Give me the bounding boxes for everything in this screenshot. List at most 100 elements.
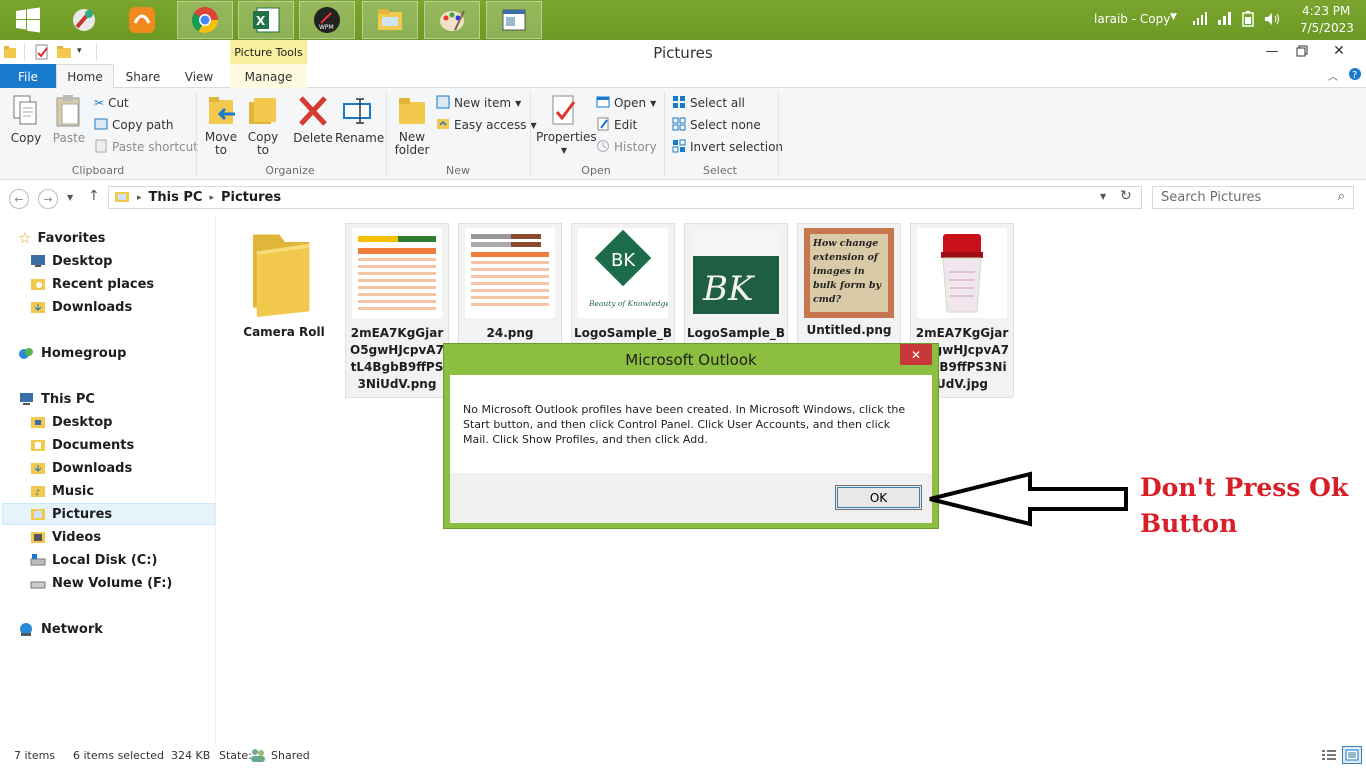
- invert-selection-button[interactable]: Invert selection: [672, 138, 783, 156]
- move-to-icon: [209, 97, 235, 124]
- status-state-value: Shared: [271, 749, 310, 762]
- nav-new-volume[interactable]: New Volume (F:): [30, 572, 172, 594]
- up-arrow-icon[interactable]: ↑: [88, 188, 100, 204]
- chevron-right-icon[interactable]: ▸: [137, 193, 142, 203]
- nav-documents[interactable]: Documents: [30, 434, 134, 456]
- select-none-button[interactable]: Select none: [672, 116, 761, 134]
- copy-button[interactable]: Copy: [8, 94, 44, 145]
- copy-path-label: Copy path: [112, 118, 174, 132]
- address-bar[interactable]: ▸ This PC ▸ Pictures: [108, 186, 1142, 209]
- paste-button[interactable]: Paste: [50, 94, 88, 145]
- tab-view[interactable]: View: [172, 64, 226, 89]
- delete-button[interactable]: Delete: [293, 94, 333, 145]
- file-item-24[interactable]: 24.png: [458, 223, 562, 347]
- dialog-close-icon[interactable]: ✕: [900, 344, 932, 365]
- move-to-button[interactable]: Move to: [202, 94, 240, 157]
- tab-file[interactable]: File: [0, 64, 56, 89]
- tab-home[interactable]: Home: [56, 64, 114, 89]
- copy-path-icon: [94, 118, 108, 133]
- nav-homegroup-label: Homegroup: [41, 345, 127, 361]
- copy-to-button[interactable]: Copy to: [244, 94, 282, 157]
- start-icon[interactable]: [0, 1, 56, 39]
- nav-network[interactable]: Network: [18, 618, 103, 640]
- ok-button[interactable]: OK: [835, 485, 922, 510]
- nav-videos[interactable]: Videos: [30, 526, 101, 548]
- new-item-button[interactable]: New item ▼: [436, 94, 521, 112]
- cut-button[interactable]: ✂ Cut: [94, 94, 129, 112]
- search-icon[interactable]: ⌕: [1338, 189, 1345, 204]
- tab-share[interactable]: Share: [114, 64, 172, 89]
- file-item-untitled[interactable]: How change extension of images in bulk f…: [797, 223, 901, 344]
- user-label[interactable]: laraib - Copy: [1094, 12, 1170, 26]
- new-folder-button[interactable]: New folder: [392, 94, 432, 157]
- nav-homegroup[interactable]: Homegroup: [18, 342, 126, 364]
- nav-recent-places[interactable]: Recent places: [30, 273, 154, 295]
- excel-icon[interactable]: X: [238, 1, 294, 39]
- window-icon[interactable]: [486, 1, 542, 39]
- invert-selection-label: Invert selection: [690, 140, 784, 154]
- file-item-1[interactable]: 2mEA7KgGjarO5gwHJcpvA7tL4BgbB9ffPS3NiUdV…: [345, 223, 449, 398]
- nav-downloads[interactable]: Downloads: [30, 296, 132, 318]
- easy-access-button[interactable]: Easy access ▼: [436, 116, 537, 134]
- edit-button[interactable]: Edit: [596, 116, 637, 134]
- chevron-down-icon: ▼: [560, 146, 568, 155]
- paste-shortcut-button[interactable]: Paste shortcut: [94, 138, 198, 156]
- nav-pictures[interactable]: Pictures: [2, 503, 215, 525]
- signal-icon[interactable]: [1192, 11, 1208, 28]
- open-label: Open: [614, 96, 647, 110]
- copy-path-button[interactable]: Copy path: [94, 116, 174, 134]
- outlook-dialog: Microsoft Outlook ✕ No Microsoft Outlook…: [443, 343, 939, 529]
- rename-button[interactable]: Rename: [335, 94, 384, 145]
- file-item-logo-1[interactable]: BK Beauty of Knowledge LogoSample_B: [571, 223, 675, 347]
- history-button[interactable]: History: [596, 138, 657, 156]
- close-icon[interactable]: ✕: [1324, 40, 1354, 62]
- battery-icon[interactable]: [1240, 11, 1256, 30]
- new-folder-label2: folder: [394, 143, 430, 157]
- recent-locations-icon[interactable]: ▼: [67, 193, 73, 202]
- wpm-icon[interactable]: WPM: [299, 1, 355, 39]
- large-icons-view-icon[interactable]: [1342, 746, 1362, 764]
- file-item-camera-roll[interactable]: Camera Roll: [232, 223, 336, 345]
- breadcrumb-pictures[interactable]: Pictures: [221, 190, 281, 205]
- nav-pc-downloads[interactable]: Downloads: [30, 457, 132, 479]
- address-dropdown-icon[interactable]: ▼: [1100, 192, 1106, 201]
- file-name: Camera Roll: [243, 325, 325, 339]
- paint-tool-icon[interactable]: [56, 1, 112, 39]
- network-bars-icon[interactable]: [1217, 11, 1233, 28]
- minimize-icon[interactable]: —: [1257, 40, 1287, 62]
- select-all-button[interactable]: Select all: [672, 94, 745, 112]
- chevron-down-icon[interactable]: ▼: [1170, 12, 1177, 22]
- chrome-icon[interactable]: [177, 1, 233, 39]
- file-item-logo-2[interactable]: BK LogoSample_B: [684, 223, 788, 347]
- open-button[interactable]: Open ▼: [596, 94, 656, 112]
- chevron-right-icon[interactable]: ▸: [209, 193, 214, 203]
- refresh-icon[interactable]: ↻: [1120, 188, 1132, 204]
- forward-arrow-icon[interactable]: →: [38, 189, 58, 209]
- nav-local-disk[interactable]: Local Disk (C:): [30, 549, 157, 571]
- back-arrow-icon[interactable]: ←: [9, 189, 29, 209]
- nav-music[interactable]: ♪ Music: [30, 480, 94, 502]
- clock-date[interactable]: 7/5/2023: [1300, 21, 1354, 35]
- divider: [664, 92, 665, 176]
- uc-browser-icon[interactable]: [114, 1, 170, 39]
- file-explorer-icon[interactable]: [362, 1, 418, 39]
- divider: [530, 92, 531, 176]
- tab-manage[interactable]: Manage: [230, 64, 307, 89]
- search-input[interactable]: Search Pictures ⌕: [1152, 186, 1354, 209]
- clock-time[interactable]: 4:23 PM: [1302, 4, 1350, 18]
- nav-pc-desktop[interactable]: Desktop: [30, 411, 112, 433]
- paint-icon[interactable]: [424, 1, 480, 39]
- nav-videos-label: Videos: [52, 529, 102, 545]
- details-view-icon[interactable]: [1321, 748, 1337, 765]
- properties-button[interactable]: Properties ▼: [536, 94, 597, 157]
- nav-desktop[interactable]: Desktop: [30, 250, 112, 272]
- homegroup-icon: [19, 347, 33, 359]
- ribbon-collapse-icon[interactable]: ︿: [1328, 68, 1338, 83]
- organize-group-label: Organize: [265, 164, 315, 177]
- breadcrumb-this-pc[interactable]: This PC: [149, 190, 203, 205]
- volume-icon[interactable]: [1263, 11, 1281, 30]
- nav-favorites[interactable]: ☆ Favorites: [18, 227, 105, 249]
- help-icon[interactable]: ?: [1348, 67, 1362, 84]
- nav-this-pc[interactable]: This PC: [18, 388, 95, 410]
- maximize-icon[interactable]: [1287, 40, 1317, 62]
